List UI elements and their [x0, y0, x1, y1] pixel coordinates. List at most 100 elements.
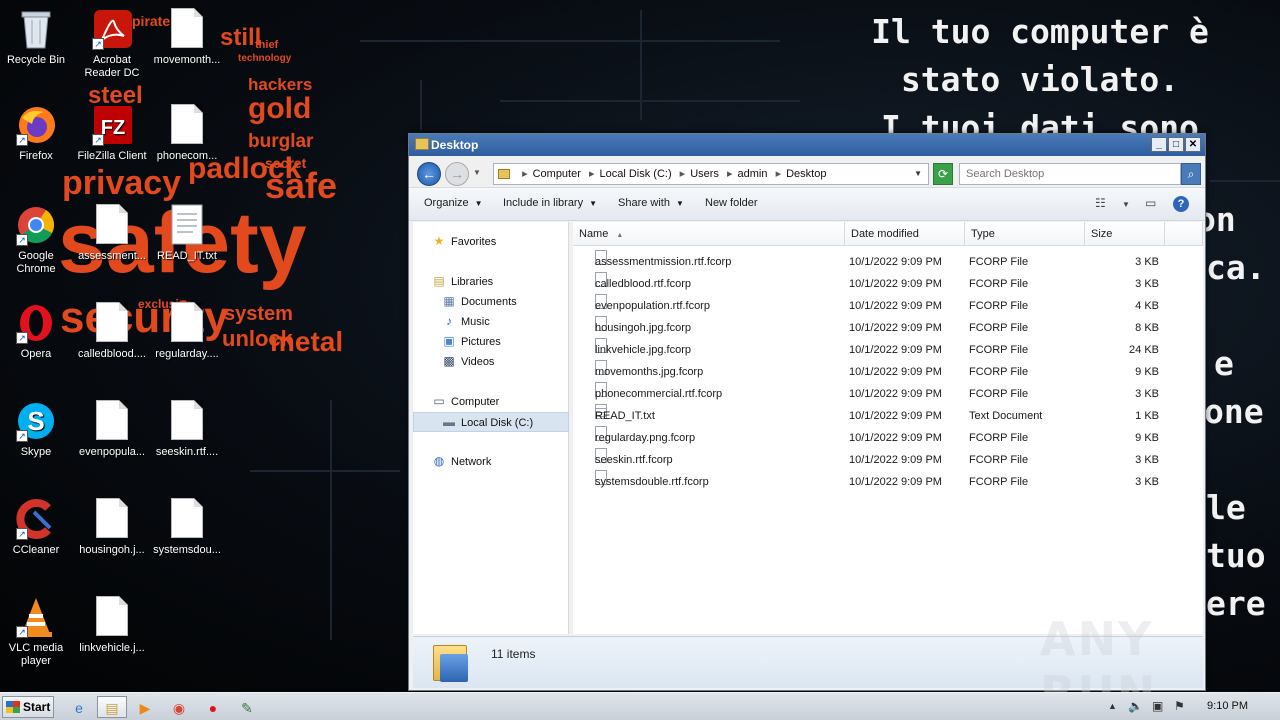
desktop-icon-file[interactable]: phonecom... — [149, 104, 225, 163]
breadcrumb-desktop[interactable]: Desktop — [786, 168, 826, 180]
desktop-icon-filezilla[interactable]: FZ ↗ FileZilla Client — [74, 104, 150, 163]
wallpaper-word: gold — [248, 92, 312, 125]
file-row[interactable]: READ_IT.txt 10/1/2022 9:09 PM Text Documen… — [573, 404, 1203, 427]
wallpaper-word: burglar — [248, 131, 314, 152]
new-folder-button[interactable]: New folder — [705, 197, 758, 209]
nav-music[interactable]: ♪ Music — [441, 314, 490, 328]
file-row[interactable]: systemsdouble.rtf.fcorp 10/1/2022 9:09 PM… — [573, 470, 1203, 493]
breadcrumb-computer[interactable]: Computer — [533, 168, 581, 180]
desktop-icon-ccleaner[interactable]: ↗ CCleaner — [0, 498, 74, 557]
back-button[interactable]: ← — [417, 162, 441, 186]
column-header-name[interactable]: Name ▲ — [573, 222, 845, 246]
shortcut-arrow-icon: ↗ — [16, 234, 28, 246]
desktop-icon-file[interactable]: movemonth... — [149, 8, 225, 67]
file-row[interactable]: seeskin.rtf.fcorp 10/1/2022 9:09 PM FCORP … — [573, 448, 1203, 471]
forward-button[interactable]: → — [445, 162, 469, 186]
file-row[interactable]: housingoh.jpg.fcorp 10/1/2022 9:09 PM FCOR… — [573, 316, 1203, 339]
share-with-button[interactable]: Share with ▼ — [618, 197, 684, 209]
chrome-icon[interactable]: ◉ — [164, 696, 194, 718]
desktop-icon-file[interactable]: housingoh.j... — [74, 498, 150, 557]
volume-icon[interactable]: 🔈 — [1128, 699, 1143, 713]
desktop-icon-acrobat[interactable]: ↗ Acrobat Reader DC — [74, 8, 150, 80]
ransom-fragment: le — [1206, 488, 1246, 527]
file-row[interactable]: movemonths.jpg.fcorp 10/1/2022 9:09 PM FCO… — [573, 360, 1203, 383]
nav-pictures[interactable]: ▣ Pictures — [441, 334, 501, 348]
recent-pages-dropdown[interactable]: ▼ — [473, 168, 481, 177]
file-type: FCORP File — [969, 256, 1029, 268]
address-bar[interactable]: ▸ Computer ▸ Local Disk (C:) ▸ Users ▸ admin… — [493, 163, 929, 185]
notepad-icon[interactable]: ✎ — [232, 696, 262, 718]
desktop-icon-label: Firefox — [19, 150, 53, 162]
address-dropdown-icon[interactable]: ▼ — [914, 164, 922, 184]
file-row[interactable]: regularday.png.fcorp 10/1/2022 9:09 PM FCO… — [573, 426, 1203, 449]
file-row[interactable]: evenpopulation.rtf.fcorp 10/1/2022 9:09 P… — [573, 294, 1203, 317]
clock[interactable]: 9:10 PM — [1207, 700, 1248, 712]
network-status-icon[interactable]: ▣ — [1152, 699, 1163, 713]
desktop-icon-file[interactable]: seeskin.rtf.... — [149, 400, 225, 459]
nav-computer[interactable]: ▭ Computer — [431, 394, 499, 408]
chevron-down-icon: ▼ — [474, 199, 483, 208]
desktop-icon-skype[interactable]: S ↗ Skype — [0, 400, 74, 459]
start-button[interactable]: Start — [2, 696, 54, 718]
desktop-icon-file[interactable]: regularday.... — [149, 302, 225, 361]
column-header-size[interactable]: Size — [1085, 222, 1165, 246]
chevron-down-icon: ▼ — [589, 199, 598, 208]
desktop-icon-file[interactable]: calledblood.... — [74, 302, 150, 361]
file-size: 9 KB — [1135, 432, 1159, 444]
file-size: 8 KB — [1135, 322, 1159, 334]
desktop-icon-chrome[interactable]: ↗ Google Chrome — [0, 204, 74, 276]
file-name: phonecommercial.rtf.fcorp — [595, 388, 723, 400]
desktop-icon-vlc[interactable]: ↗ VLC media player — [0, 596, 74, 668]
refresh-button[interactable]: ⟳ — [933, 163, 953, 185]
organize-label: Organize — [424, 197, 469, 209]
desktop-icon-label: Skype — [20, 446, 52, 458]
music-icon: ♪ — [446, 314, 452, 328]
search-icon[interactable]: ⌕ — [1181, 163, 1201, 185]
column-header-date[interactable]: Date modified — [845, 222, 965, 246]
desktop-icon-recycle-bin[interactable]: Recycle Bin — [0, 8, 74, 67]
file-row[interactable]: linkvehicle.jpg.fcorp 10/1/2022 9:09 PM FC… — [573, 338, 1203, 361]
explorer-icon[interactable]: ▤ — [97, 696, 127, 718]
show-hidden-icons-icon[interactable]: ▲ — [1108, 701, 1117, 711]
desktop-icon-file[interactable]: linkvehicle.j... — [74, 596, 150, 655]
file-row[interactable]: assessmentmission.rtf.fcorp 10/1/2022 9:0… — [573, 250, 1203, 273]
nav-libraries[interactable]: ▤ Libraries — [431, 274, 493, 288]
desktop-icon-readme[interactable]: READ_IT.txt — [149, 204, 225, 263]
nav-network[interactable]: ◍ Network — [431, 454, 492, 468]
preview-pane-icon[interactable]: ▭ — [1145, 196, 1156, 210]
media-player-icon[interactable]: ▶ — [130, 696, 160, 718]
window-titlebar[interactable]: Desktop _ □ ✕ — [409, 134, 1205, 156]
desktop-icon-file[interactable]: assessment... — [74, 204, 150, 263]
breadcrumb-users[interactable]: Users — [690, 168, 719, 180]
help-icon[interactable]: ? — [1173, 196, 1189, 212]
include-in-library-button[interactable]: Include in library ▼ — [503, 197, 597, 209]
desktop-icon-file[interactable]: systemsdou... — [149, 498, 225, 557]
minimize-button[interactable]: _ — [1151, 137, 1167, 152]
close-button[interactable]: ✕ — [1185, 137, 1201, 152]
nav-label: Pictures — [461, 336, 501, 348]
chevron-down-icon[interactable]: ▼ — [1122, 200, 1130, 209]
nav-favorites[interactable]: ★ Favorites — [431, 234, 497, 248]
organize-button[interactable]: Organize ▼ — [424, 197, 483, 209]
column-header-type[interactable]: Type — [965, 222, 1085, 246]
maximize-button[interactable]: □ — [1168, 137, 1184, 152]
explorer-window[interactable]: Desktop _ □ ✕ ← → ▼ ▸ Computer ▸ Local Dis… — [408, 133, 1206, 691]
desktop-icon-label: regularday.... — [155, 348, 219, 360]
desktop-icon-file[interactable]: evenpopula... — [74, 400, 150, 459]
internet-explorer-icon[interactable]: e — [64, 696, 94, 718]
file-size: 9 KB — [1135, 366, 1159, 378]
opera-icon[interactable]: ● — [198, 696, 228, 718]
nav-local-disk[interactable]: ▬ Local Disk (C:) — [413, 412, 569, 432]
action-center-icon[interactable]: ⚑ — [1174, 699, 1185, 713]
nav-documents[interactable]: ▦ Documents — [441, 294, 516, 308]
view-options-icon[interactable]: ☷ — [1095, 196, 1106, 210]
desktop-icon-opera[interactable]: ↗ Opera — [0, 302, 74, 361]
nav-videos[interactable]: ▩ Videos — [441, 354, 494, 368]
desktop-icon-firefox[interactable]: ↗ Firefox — [0, 104, 74, 163]
wallpaper-word: still — [220, 24, 262, 51]
breadcrumb-admin[interactable]: admin — [738, 168, 768, 180]
search-input[interactable] — [959, 163, 1181, 185]
file-row[interactable]: phonecommercial.rtf.fcorp 10/1/2022 9:09 … — [573, 382, 1203, 405]
breadcrumb-local-disk[interactable]: Local Disk (C:) — [599, 168, 671, 180]
file-row[interactable]: calledblood.rtf.fcorp 10/1/2022 9:09 PM FC… — [573, 272, 1203, 295]
